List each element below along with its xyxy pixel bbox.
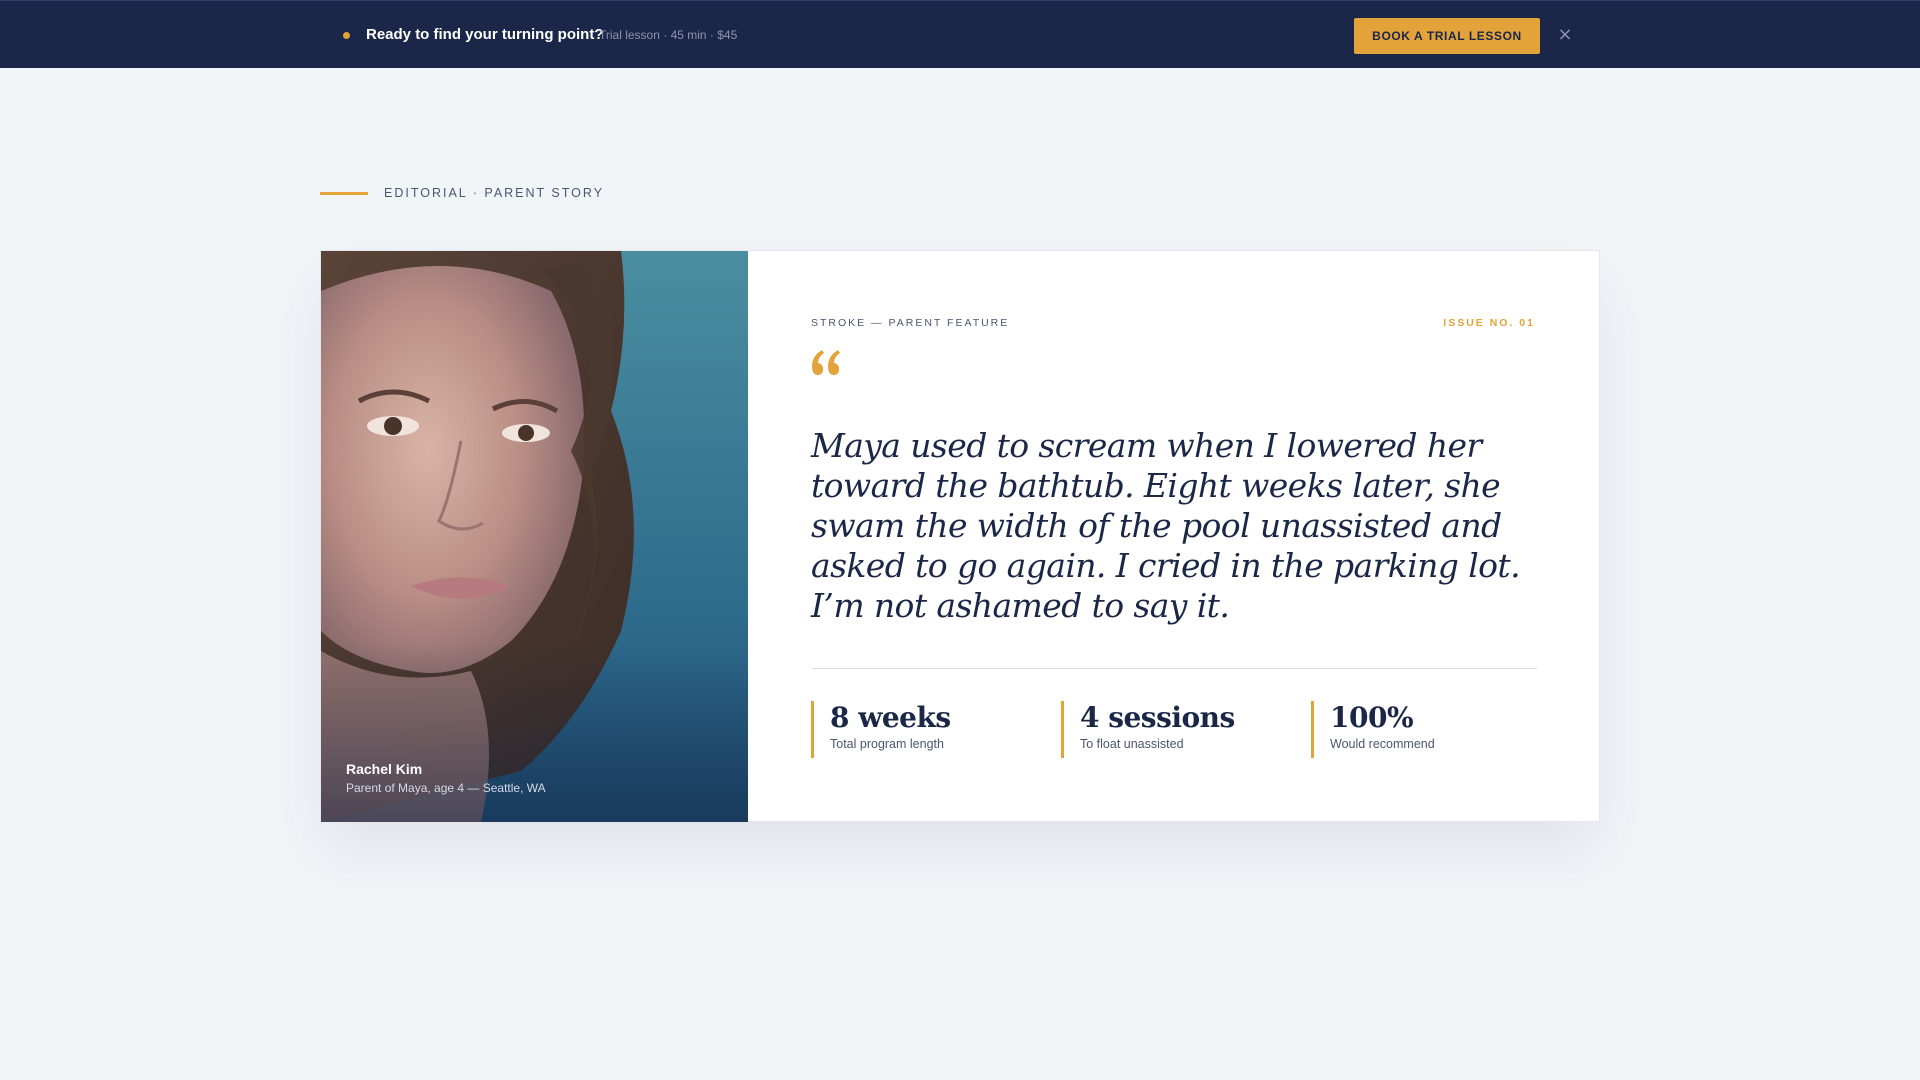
promo-meta: Trial lesson · 45 min · $45 [599,28,738,42]
parent-name: Rachel Kim [346,761,423,777]
stat-label: Total program length [830,737,944,751]
parent-portrait: Rachel Kim Parent of Maya, age 4 — Seatt… [321,251,748,822]
promo-bar: Ready to find your turning point? Trial … [0,0,1920,68]
stat-value: 4 sessions [1080,701,1235,734]
close-icon[interactable]: × [1556,25,1574,45]
stat-program-length: 8 weeks Total program length [811,701,951,758]
divider [811,668,1537,669]
stat-recommend: 100% Would recommend [1311,701,1435,758]
photo-gradient-overlay [321,642,748,822]
stat-label: Would recommend [1330,737,1435,751]
testimonial-card: Rachel Kim Parent of Maya, age 4 — Seatt… [320,250,1600,822]
status-dot [343,32,350,39]
book-trial-button[interactable]: BOOK A TRIAL LESSON [1354,18,1540,54]
parent-caption: Parent of Maya, age 4 — Seattle, WA [346,781,546,795]
promo-headline: Ready to find your turning point? [366,26,604,43]
quote-open-icon [812,350,840,375]
issue-number: ISSUE NO. 01 [1443,317,1535,329]
testimonial-quote: Maya used to scream when I lowered her t… [811,426,1521,625]
stat-label: To float unassisted [1080,737,1184,751]
stat-sessions: 4 sessions To float unassisted [1061,701,1235,758]
feature-kicker: STROKE — PARENT FEATURE [811,317,1010,329]
stat-value: 100% [1330,701,1414,734]
stat-value: 8 weeks [830,701,951,734]
eyebrow-label: EDITORIAL · PARENT STORY [384,186,605,200]
eyebrow-rule [320,192,368,195]
